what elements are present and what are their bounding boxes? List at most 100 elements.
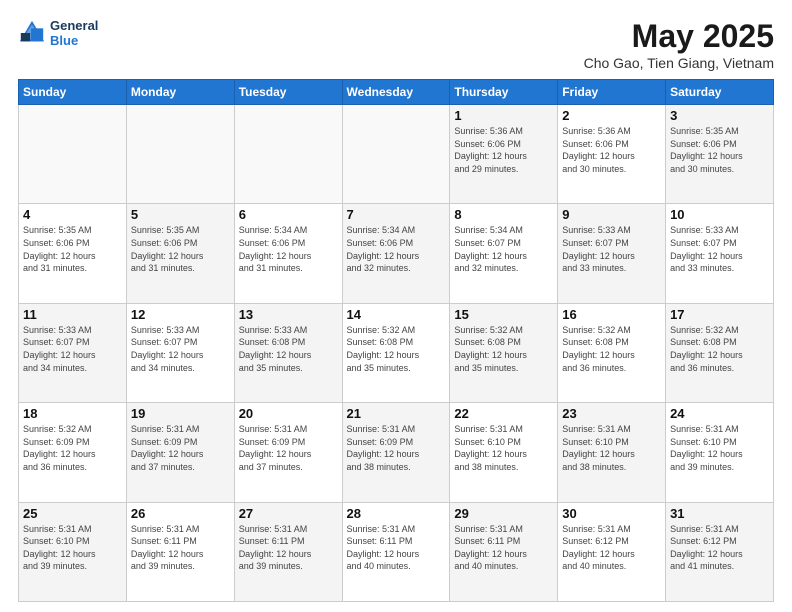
page: General Blue May 2025 Cho Gao, Tien Gian… xyxy=(0,0,792,612)
day-number: 25 xyxy=(23,506,122,521)
calendar-cell: 13 Sunrise: 5:33 AMSunset: 6:08 PMDayligh… xyxy=(234,303,342,402)
week-row-5: 25 Sunrise: 5:31 AMSunset: 6:10 PMDayligh… xyxy=(19,502,774,601)
calendar-cell: 12 Sunrise: 5:33 AMSunset: 6:07 PMDayligh… xyxy=(126,303,234,402)
weekday-header-monday: Monday xyxy=(126,80,234,105)
day-info: Sunrise: 5:32 AMSunset: 6:08 PMDaylight:… xyxy=(562,324,661,374)
day-number: 15 xyxy=(454,307,553,322)
calendar-cell xyxy=(342,105,450,204)
day-info: Sunrise: 5:31 AMSunset: 6:10 PMDaylight:… xyxy=(23,523,122,573)
day-info: Sunrise: 5:31 AMSunset: 6:09 PMDaylight:… xyxy=(239,423,338,473)
header: General Blue May 2025 Cho Gao, Tien Gian… xyxy=(18,18,774,71)
day-info: Sunrise: 5:31 AMSunset: 6:11 PMDaylight:… xyxy=(347,523,446,573)
day-info: Sunrise: 5:31 AMSunset: 6:09 PMDaylight:… xyxy=(347,423,446,473)
day-info: Sunrise: 5:33 AMSunset: 6:07 PMDaylight:… xyxy=(23,324,122,374)
day-number: 17 xyxy=(670,307,769,322)
day-number: 24 xyxy=(670,406,769,421)
week-row-1: 1 Sunrise: 5:36 AMSunset: 6:06 PMDaylight… xyxy=(19,105,774,204)
calendar-cell: 5 Sunrise: 5:35 AMSunset: 6:06 PMDaylight… xyxy=(126,204,234,303)
calendar-cell: 30 Sunrise: 5:31 AMSunset: 6:12 PMDayligh… xyxy=(558,502,666,601)
day-info: Sunrise: 5:31 AMSunset: 6:12 PMDaylight:… xyxy=(562,523,661,573)
day-info: Sunrise: 5:35 AMSunset: 6:06 PMDaylight:… xyxy=(670,125,769,175)
weekday-header-friday: Friday xyxy=(558,80,666,105)
day-number: 30 xyxy=(562,506,661,521)
subtitle: Cho Gao, Tien Giang, Vietnam xyxy=(584,55,774,71)
day-number: 9 xyxy=(562,207,661,222)
day-number: 6 xyxy=(239,207,338,222)
calendar-cell: 23Sunrise: 5:31 AMSunset: 6:10 PMDayligh… xyxy=(558,403,666,502)
day-info: Sunrise: 5:31 AMSunset: 6:10 PMDaylight:… xyxy=(454,423,553,473)
calendar-cell: 10Sunrise: 5:33 AMSunset: 6:07 PMDayligh… xyxy=(666,204,774,303)
weekday-header-thursday: Thursday xyxy=(450,80,558,105)
calendar-cell: 28 Sunrise: 5:31 AMSunset: 6:11 PMDayligh… xyxy=(342,502,450,601)
calendar-cell: 7Sunrise: 5:34 AMSunset: 6:06 PMDaylight… xyxy=(342,204,450,303)
calendar-cell: 24Sunrise: 5:31 AMSunset: 6:10 PMDayligh… xyxy=(666,403,774,502)
calendar-cell: 4Sunrise: 5:35 AMSunset: 6:06 PMDaylight… xyxy=(19,204,127,303)
day-number: 28 xyxy=(347,506,446,521)
weekday-header-row: SundayMondayTuesdayWednesdayThursdayFrid… xyxy=(19,80,774,105)
calendar-cell: 31 Sunrise: 5:31 AMSunset: 6:12 PMDayligh… xyxy=(666,502,774,601)
calendar-cell: 9 Sunrise: 5:33 AMSunset: 6:07 PMDaylight… xyxy=(558,204,666,303)
day-info: Sunrise: 5:32 AMSunset: 6:09 PMDaylight:… xyxy=(23,423,122,473)
day-info: Sunrise: 5:35 AMSunset: 6:06 PMDaylight:… xyxy=(131,224,230,274)
day-info: Sunrise: 5:33 AMSunset: 6:07 PMDaylight:… xyxy=(562,224,661,274)
week-row-4: 18Sunrise: 5:32 AMSunset: 6:09 PMDayligh… xyxy=(19,403,774,502)
title-block: May 2025 Cho Gao, Tien Giang, Vietnam xyxy=(584,18,774,71)
calendar-cell: 19 Sunrise: 5:31 AMSunset: 6:09 PMDayligh… xyxy=(126,403,234,502)
calendar-cell: 16Sunrise: 5:32 AMSunset: 6:08 PMDayligh… xyxy=(558,303,666,402)
day-info: Sunrise: 5:32 AMSunset: 6:08 PMDaylight:… xyxy=(454,324,553,374)
day-info: Sunrise: 5:36 AMSunset: 6:06 PMDaylight:… xyxy=(454,125,553,175)
calendar-cell: 29Sunrise: 5:31 AMSunset: 6:11 PMDayligh… xyxy=(450,502,558,601)
day-number: 20 xyxy=(239,406,338,421)
calendar-cell: 17Sunrise: 5:32 AMSunset: 6:08 PMDayligh… xyxy=(666,303,774,402)
day-number: 19 xyxy=(131,406,230,421)
calendar-cell: 20 Sunrise: 5:31 AMSunset: 6:09 PMDayligh… xyxy=(234,403,342,502)
main-title: May 2025 xyxy=(584,18,774,55)
day-number: 5 xyxy=(131,207,230,222)
calendar-cell: 26 Sunrise: 5:31 AMSunset: 6:11 PMDayligh… xyxy=(126,502,234,601)
day-info: Sunrise: 5:33 AMSunset: 6:07 PMDaylight:… xyxy=(131,324,230,374)
day-info: Sunrise: 5:32 AMSunset: 6:08 PMDaylight:… xyxy=(347,324,446,374)
calendar-cell: 6 Sunrise: 5:34 AMSunset: 6:06 PMDaylight… xyxy=(234,204,342,303)
day-info: Sunrise: 5:31 AMSunset: 6:11 PMDaylight:… xyxy=(131,523,230,573)
day-number: 1 xyxy=(454,108,553,123)
logo: General Blue xyxy=(18,18,98,48)
calendar-table: SundayMondayTuesdayWednesdayThursdayFrid… xyxy=(18,79,774,602)
calendar-cell: 22 Sunrise: 5:31 AMSunset: 6:10 PMDayligh… xyxy=(450,403,558,502)
calendar-cell: 3 Sunrise: 5:35 AMSunset: 6:06 PMDaylight… xyxy=(666,105,774,204)
calendar-cell: 25 Sunrise: 5:31 AMSunset: 6:10 PMDayligh… xyxy=(19,502,127,601)
day-number: 29 xyxy=(454,506,553,521)
calendar-cell: 8 Sunrise: 5:34 AMSunset: 6:07 PMDaylight… xyxy=(450,204,558,303)
day-number: 13 xyxy=(239,307,338,322)
week-row-3: 11 Sunrise: 5:33 AMSunset: 6:07 PMDayligh… xyxy=(19,303,774,402)
day-number: 23 xyxy=(562,406,661,421)
calendar-cell: 11 Sunrise: 5:33 AMSunset: 6:07 PMDayligh… xyxy=(19,303,127,402)
day-info: Sunrise: 5:31 AMSunset: 6:11 PMDaylight:… xyxy=(239,523,338,573)
day-number: 10 xyxy=(670,207,769,222)
day-number: 26 xyxy=(131,506,230,521)
day-number: 12 xyxy=(131,307,230,322)
day-number: 2 xyxy=(562,108,661,123)
day-number: 27 xyxy=(239,506,338,521)
day-info: Sunrise: 5:34 AMSunset: 6:07 PMDaylight:… xyxy=(454,224,553,274)
day-info: Sunrise: 5:34 AMSunset: 6:06 PMDaylight:… xyxy=(239,224,338,274)
calendar-cell xyxy=(126,105,234,204)
day-number: 21 xyxy=(347,406,446,421)
day-number: 3 xyxy=(670,108,769,123)
day-info: Sunrise: 5:31 AMSunset: 6:09 PMDaylight:… xyxy=(131,423,230,473)
calendar-cell xyxy=(234,105,342,204)
day-number: 11 xyxy=(23,307,122,322)
day-number: 31 xyxy=(670,506,769,521)
day-info: Sunrise: 5:33 AMSunset: 6:08 PMDaylight:… xyxy=(239,324,338,374)
weekday-header-sunday: Sunday xyxy=(19,80,127,105)
day-info: Sunrise: 5:36 AMSunset: 6:06 PMDaylight:… xyxy=(562,125,661,175)
day-info: Sunrise: 5:31 AMSunset: 6:12 PMDaylight:… xyxy=(670,523,769,573)
weekday-header-tuesday: Tuesday xyxy=(234,80,342,105)
weekday-header-saturday: Saturday xyxy=(666,80,774,105)
day-info: Sunrise: 5:34 AMSunset: 6:06 PMDaylight:… xyxy=(347,224,446,274)
weekday-header-wednesday: Wednesday xyxy=(342,80,450,105)
day-number: 22 xyxy=(454,406,553,421)
logo-text: General Blue xyxy=(50,18,98,48)
day-number: 8 xyxy=(454,207,553,222)
calendar-cell: 18Sunrise: 5:32 AMSunset: 6:09 PMDayligh… xyxy=(19,403,127,502)
calendar-cell: 15 Sunrise: 5:32 AMSunset: 6:08 PMDayligh… xyxy=(450,303,558,402)
